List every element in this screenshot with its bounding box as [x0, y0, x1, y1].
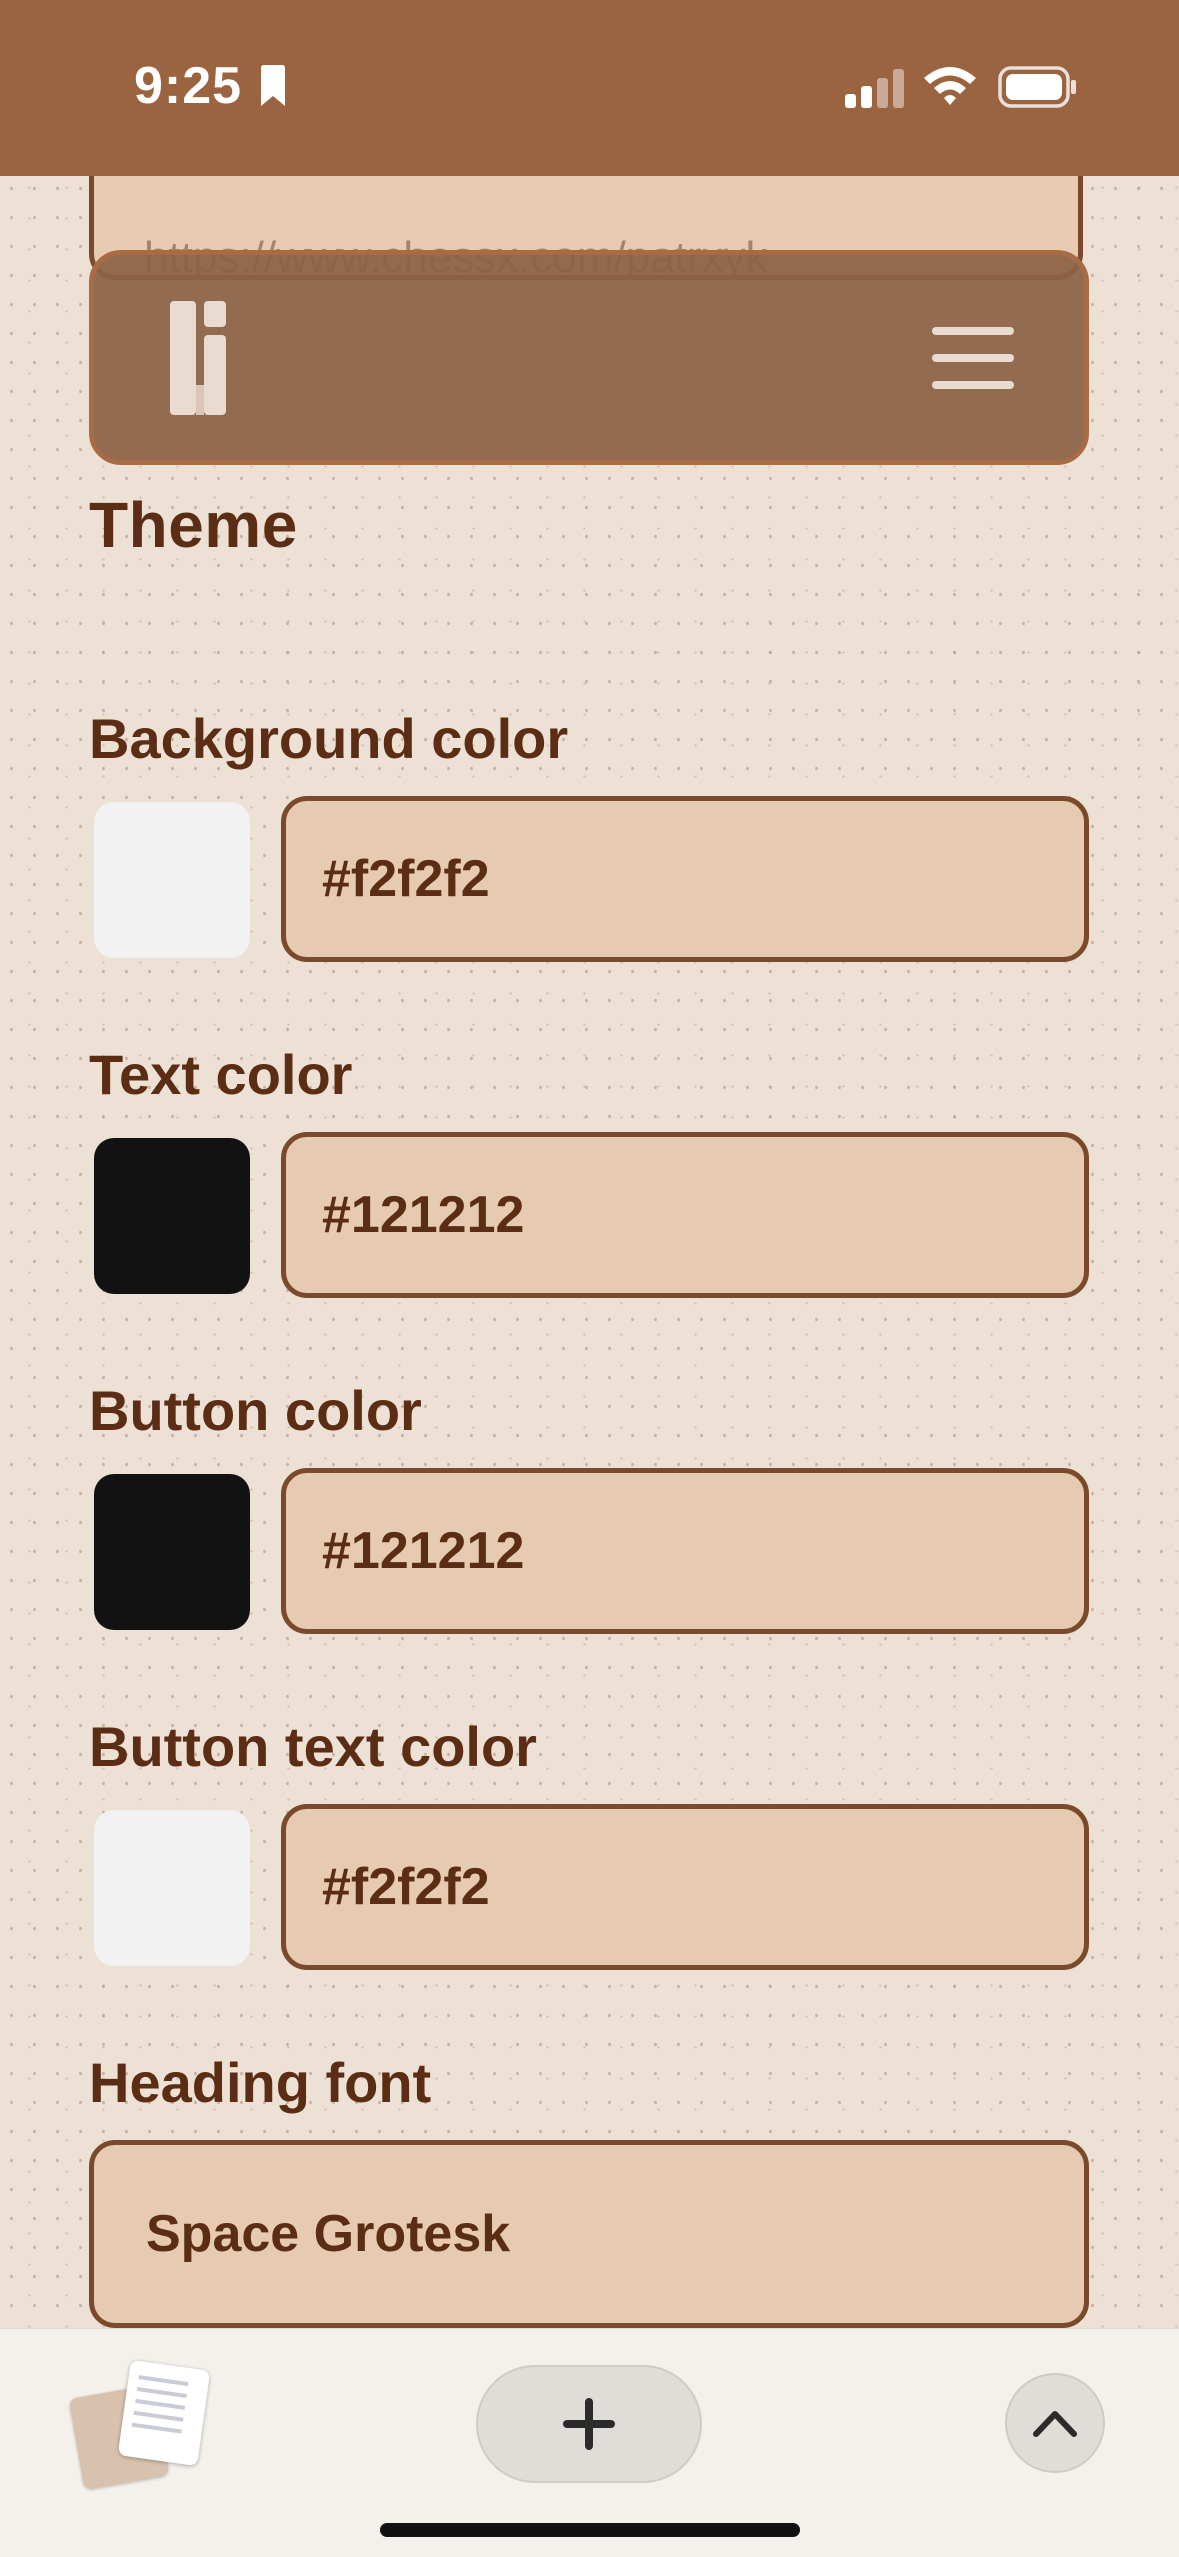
bookmark-icon — [258, 64, 288, 113]
background-color-swatch[interactable] — [94, 802, 250, 958]
plus-icon — [563, 2398, 615, 2450]
label-heading-font: Heading font — [89, 2051, 432, 2114]
tab-overview-thumbnail[interactable] — [68, 2359, 212, 2490]
new-tab-button[interactable] — [476, 2365, 702, 2483]
text-color-input[interactable] — [281, 1132, 1089, 1298]
button-text-color-input[interactable] — [281, 1804, 1089, 1970]
li-logo-icon[interactable] — [168, 301, 228, 420]
chevron-up-icon — [1033, 2411, 1077, 2437]
browser-toolbar — [0, 2328, 1179, 2557]
label-background-color: Background color — [89, 707, 569, 770]
nav-bar — [89, 250, 1089, 465]
status-time: 9:25 — [134, 57, 243, 115]
label-button-text-color: Button text color — [89, 1715, 537, 1778]
label-button-color: Button color — [89, 1379, 422, 1442]
tab-thumbnail-front — [117, 2359, 211, 2467]
button-color-input[interactable] — [281, 1468, 1089, 1634]
hamburger-menu-icon[interactable] — [932, 327, 1014, 389]
label-text-color: Text color — [89, 1043, 353, 1106]
button-color-swatch[interactable] — [94, 1474, 250, 1630]
heading-font-input[interactable] — [89, 2140, 1089, 2328]
status-bar: 9:25 — [0, 0, 1179, 176]
background-color-input[interactable] — [281, 796, 1089, 962]
scroll-up-button[interactable] — [1005, 2373, 1105, 2473]
home-indicator — [380, 2523, 800, 2537]
wifi-icon — [922, 64, 978, 113]
section-title-theme: Theme — [89, 489, 298, 561]
battery-icon — [998, 66, 1078, 113]
button-text-color-swatch[interactable] — [94, 1810, 250, 1966]
cellular-signal-icon — [843, 68, 905, 113]
text-color-swatch[interactable] — [94, 1138, 250, 1294]
